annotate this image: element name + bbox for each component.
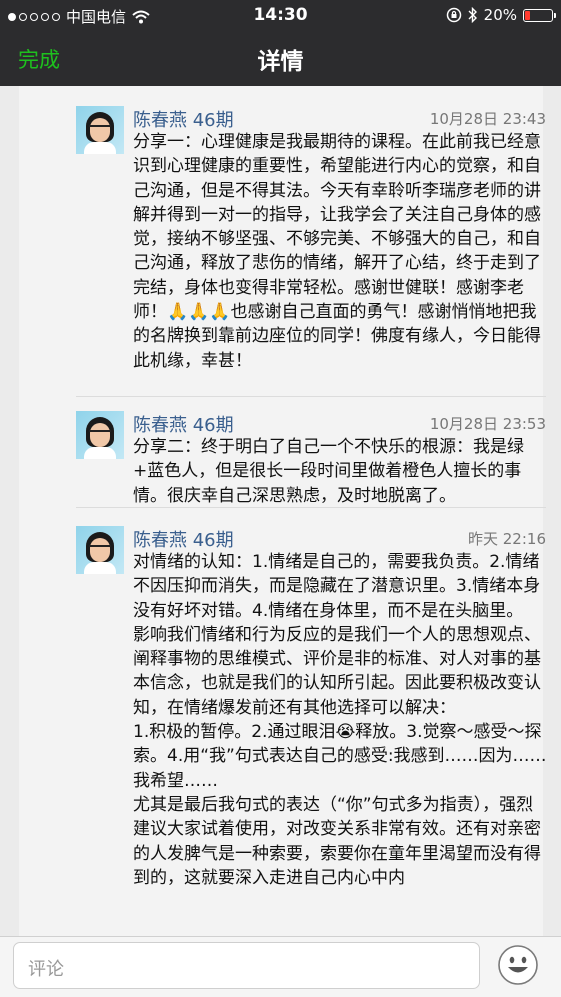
divider xyxy=(76,507,546,508)
status-bar: 中国电信 14:30 20% xyxy=(0,0,561,30)
detail-content[interactable]: 陈春燕 46期 10月28日 23:43 分享一：心理健康是我最期待的课程。在此… xyxy=(0,86,561,936)
bluetooth-icon xyxy=(468,7,477,23)
battery-icon xyxy=(523,8,556,22)
battery-level-fill xyxy=(525,10,530,20)
battery-percent: 20% xyxy=(483,6,517,24)
page-title: 详情 xyxy=(257,49,304,75)
comment-bar: 评论 xyxy=(0,936,561,997)
navigation-bar: 完成 详情 xyxy=(0,30,561,86)
timestamp: 10月28日 23:43 xyxy=(429,110,546,128)
timestamp: 昨天 22:16 xyxy=(468,530,546,548)
author-name[interactable]: 陈春燕 46期 xyxy=(133,526,234,552)
comment-text: 分享二：终于明白了自己一个不快乐的根源：我是绿+蓝色人，但是很长一段时间里做着橙… xyxy=(133,437,524,506)
divider xyxy=(76,396,546,397)
comment-text: 对情绪的认知：1.情绪是自己的，需要我负责。2.情绪不因压抑而消失，而是隐藏在了… xyxy=(133,552,547,888)
comment-input[interactable]: 评论 xyxy=(13,942,480,989)
avatar[interactable] xyxy=(76,106,124,154)
avatar[interactable] xyxy=(76,526,124,574)
status-right: 20% xyxy=(446,6,556,24)
timestamp: 10月28日 23:53 xyxy=(429,415,546,433)
smiley-face-icon[interactable] xyxy=(497,944,539,986)
author-name[interactable]: 陈春燕 46期 xyxy=(133,411,234,437)
author-name[interactable]: 陈春燕 46期 xyxy=(133,106,234,132)
avatar[interactable] xyxy=(76,411,124,459)
orientation-lock-icon xyxy=(446,7,461,23)
comment-text: 分享一：心理健康是我最期待的课程。在此前我已经意识到心理健康的重要性，希望能进行… xyxy=(133,132,541,371)
comments-card: 陈春燕 46期 10月28日 23:43 分享一：心理健康是我最期待的课程。在此… xyxy=(19,86,547,936)
